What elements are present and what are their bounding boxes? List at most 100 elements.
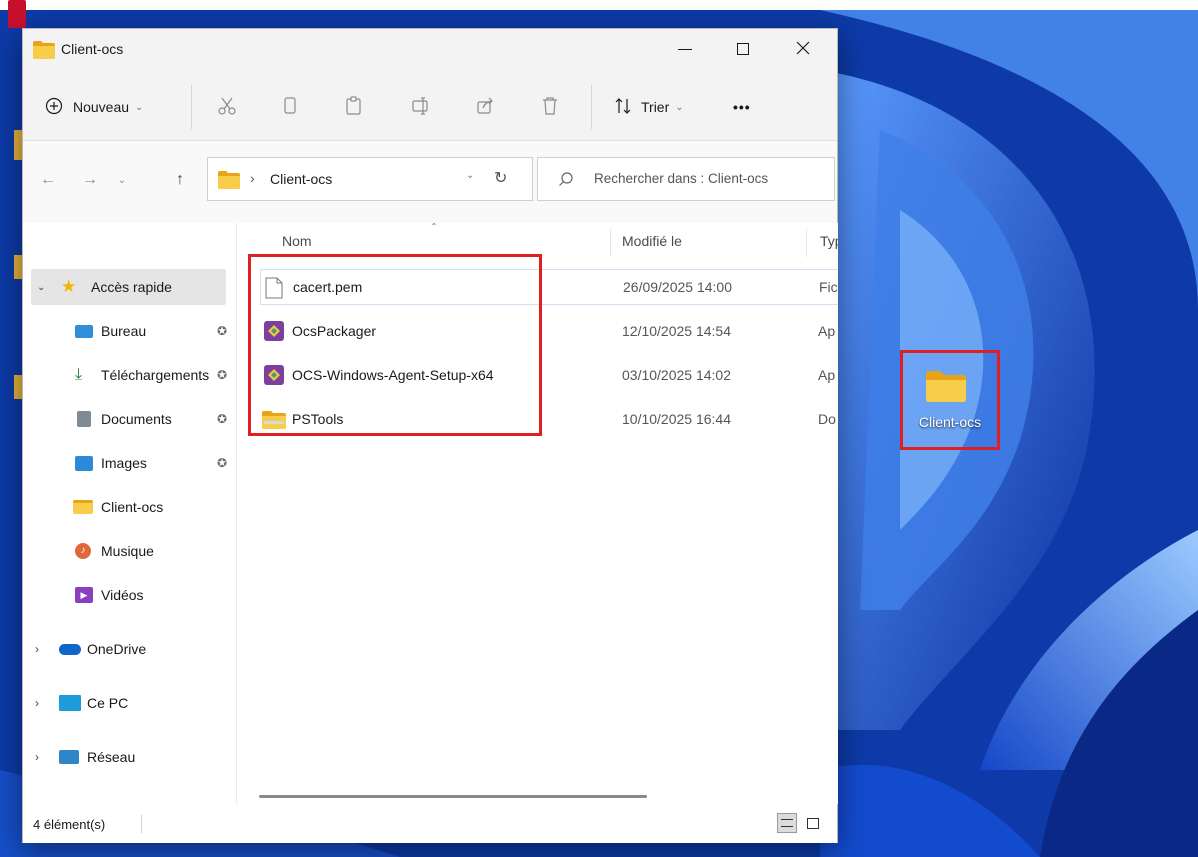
navigation-pane: ⌄ ★ Accès rapide Bureau ✪ ⤓ Téléchargeme…: [23, 223, 237, 804]
sort-button[interactable]: Trier ⌄: [613, 93, 684, 121]
sidebar-item-label: Client-ocs: [101, 499, 164, 515]
sidebar-item-videos[interactable]: ▶ Vidéos: [23, 577, 237, 613]
tiles-view-button[interactable]: [803, 813, 823, 833]
chevron-right-icon: ›: [35, 642, 39, 656]
file-type: Do: [818, 411, 836, 427]
images-icon: [75, 455, 93, 471]
search-icon: [558, 171, 574, 190]
documents-icon: [77, 411, 91, 427]
address-bar[interactable]: › Client-ocs ⌄ ↻: [207, 157, 533, 201]
sort-label: Trier: [641, 99, 670, 115]
rename-button[interactable]: [411, 93, 431, 121]
chevron-right-icon: ›: [35, 696, 39, 710]
file-type: Ap: [818, 323, 836, 339]
list-icon: [781, 819, 793, 827]
column-divider: [610, 229, 611, 257]
file-modified: 12/10/2025 14:54: [622, 323, 731, 339]
file-modified: 26/09/2025 14:00: [623, 279, 732, 295]
pin-icon: ✪: [217, 368, 228, 382]
folder-icon: [73, 500, 93, 514]
minimize-button[interactable]: [655, 29, 715, 69]
maximize-button[interactable]: [713, 29, 773, 69]
sidebar-item-label: Bureau: [101, 323, 147, 339]
new-button[interactable]: Nouveau ⌄: [45, 93, 143, 121]
sidebar-item-label: Documents: [101, 411, 172, 427]
pin-icon: ✪: [217, 324, 228, 338]
sidebar-item-label: Images: [101, 455, 147, 471]
network-icon: [59, 750, 79, 764]
arrow-up-icon: ↑: [176, 171, 184, 188]
file-type: Fic: [819, 279, 838, 295]
sidebar-item-images[interactable]: Images ✪: [23, 445, 237, 481]
pin-icon: ✪: [217, 412, 228, 426]
sidebar-item-musique[interactable]: ♪ Musique: [23, 533, 237, 569]
share-icon: [475, 96, 495, 119]
back-button[interactable]: ←: [35, 167, 61, 193]
close-button[interactable]: [773, 29, 833, 69]
file-type: Ap: [818, 367, 836, 383]
rename-icon: [411, 96, 431, 119]
search-input[interactable]: Rechercher dans : Client-ocs: [594, 171, 768, 186]
sidebar-item-bureau[interactable]: Bureau ✪: [23, 313, 237, 349]
download-icon: ⤓: [75, 366, 83, 383]
status-divider: [141, 815, 142, 833]
music-icon: ♪: [75, 543, 91, 559]
share-button[interactable]: [475, 93, 495, 121]
sidebar-item-label: OneDrive: [87, 641, 147, 657]
desktop-icon-fragment[interactable]: [8, 0, 26, 28]
breadcrumb-item[interactable]: Client-ocs: [270, 171, 332, 187]
chevron-down-icon: ⌄: [675, 101, 684, 113]
sidebar-item-this-pc[interactable]: › Ce PC: [23, 685, 237, 721]
sidebar-item-client-ocs[interactable]: Client-ocs: [23, 489, 237, 525]
sidebar-item-documents[interactable]: Documents ✪: [23, 401, 237, 437]
item-count: 4 élément(s): [33, 817, 106, 832]
up-button[interactable]: ↑: [167, 167, 193, 193]
pin-icon: ✪: [217, 456, 228, 470]
horizontal-scrollbar[interactable]: [259, 795, 647, 798]
plus-circle-icon: [45, 97, 63, 118]
chevron-down-icon: ⌄: [117, 174, 127, 186]
chevron-down-icon: ⌄: [37, 281, 46, 293]
refresh-icon[interactable]: ↻: [494, 168, 507, 188]
search-box[interactable]: Rechercher dans : Client-ocs: [537, 157, 835, 201]
scissors-icon: [217, 96, 237, 119]
sidebar-item-label: Réseau: [87, 749, 136, 765]
toolbar-separator: [191, 85, 192, 129]
trash-icon: [541, 96, 559, 119]
forward-button[interactable]: →: [77, 167, 103, 193]
arrow-right-icon: →: [82, 171, 98, 188]
chevron-down-icon: ⌄: [135, 101, 144, 113]
star-icon: ★: [61, 277, 77, 296]
sidebar-item-onedrive[interactable]: › OneDrive: [23, 631, 237, 667]
cut-button[interactable]: [217, 93, 237, 121]
delete-button[interactable]: [541, 93, 559, 121]
folder-icon: [218, 171, 240, 192]
chevron-right-icon: ›: [35, 750, 39, 764]
sidebar-item-label: Téléchargements: [101, 367, 210, 383]
details-view-button[interactable]: [777, 813, 797, 833]
computer-icon: [59, 695, 81, 711]
tiles-icon: [807, 817, 819, 829]
column-header-name[interactable]: Nom: [282, 233, 312, 249]
sort-indicator-icon: ˆ: [432, 223, 436, 235]
clipboard-icon: [345, 95, 363, 119]
paste-button[interactable]: [345, 93, 363, 121]
column-divider: [806, 229, 807, 257]
sidebar-item-quick-access[interactable]: ⌄ ★ Accès rapide: [31, 269, 226, 305]
recent-locations-button[interactable]: ⌄: [109, 167, 135, 193]
chevron-down-icon[interactable]: ⌄: [466, 170, 474, 181]
new-label: Nouveau: [73, 99, 130, 115]
column-header-type[interactable]: Typ: [820, 233, 838, 249]
sidebar-item-network[interactable]: › Réseau: [23, 739, 237, 775]
title-bar[interactable]: Client-ocs: [23, 29, 837, 71]
sidebar-item-label: Vidéos: [101, 587, 144, 603]
sidebar-item-telechargements[interactable]: ⤓ Téléchargements ✪: [23, 357, 237, 393]
column-header-modified[interactable]: Modifié le: [622, 233, 682, 249]
copy-button[interactable]: [281, 93, 299, 121]
more-options-button[interactable]: •••: [733, 93, 751, 121]
sidebar-item-label: Musique: [101, 543, 154, 559]
cloud-icon: [59, 643, 81, 655]
arrow-left-icon: ←: [40, 171, 56, 188]
more-label: •••: [733, 99, 751, 115]
sidebar-item-label: Ce PC: [87, 695, 129, 711]
